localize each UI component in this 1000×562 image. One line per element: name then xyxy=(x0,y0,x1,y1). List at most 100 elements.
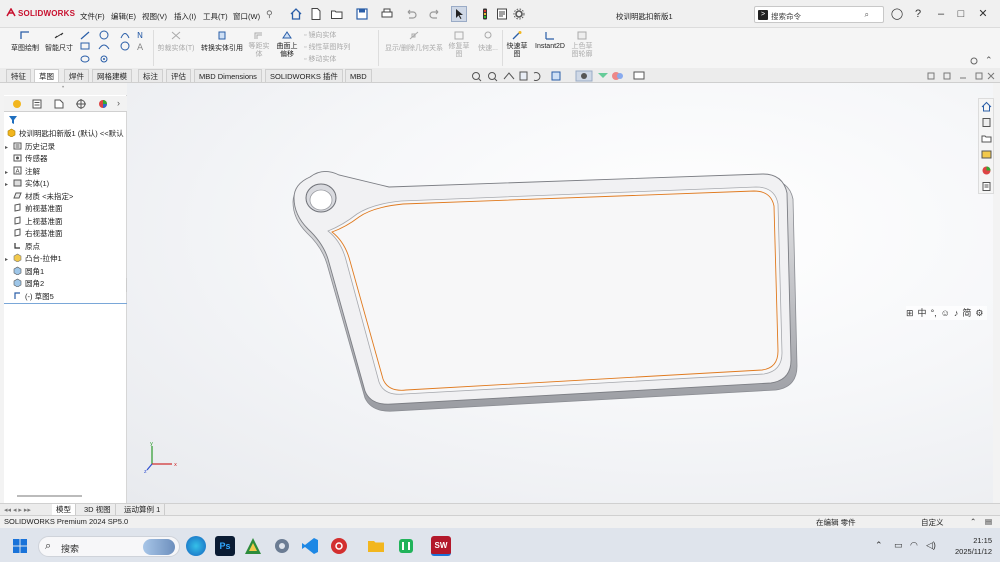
expand-arrow-icon[interactable]: ▸ xyxy=(5,254,13,266)
edge-browser-icon[interactable] xyxy=(186,536,206,556)
ime-chinese-mode[interactable]: 中 xyxy=(918,308,927,318)
tree-root-part[interactable]: 校训明匙扣新版1 (默认) <<默认 xyxy=(7,128,124,140)
tab-weldments[interactable]: 焊件 xyxy=(64,69,89,82)
display-manager-tab-icon[interactable] xyxy=(96,98,110,110)
tree-item-solid-bodies[interactable]: ▸ 实体(1) xyxy=(5,178,49,190)
convert-entities-button[interactable]: 转换实体引用 xyxy=(198,30,246,53)
file-explorer-icon[interactable] xyxy=(981,133,992,144)
open-folder-icon[interactable] xyxy=(330,7,344,21)
options-gear-icon[interactable] xyxy=(512,7,526,21)
menu-window[interactable]: 窗口(W) xyxy=(233,11,260,22)
sketch-tools-grid[interactable]: N A xyxy=(79,29,151,65)
filter-icon[interactable] xyxy=(8,115,18,125)
save-icon[interactable] xyxy=(355,7,369,21)
smart-dimension-button[interactable]: 智能尺寸 xyxy=(43,30,75,53)
collapse-chevron-icon[interactable]: ⌃ xyxy=(985,55,993,66)
featuremanager-tab-icon[interactable] xyxy=(10,98,24,110)
expand-arrow-icon[interactable]: ▸ xyxy=(5,142,13,154)
propertymanager-tab-icon[interactable] xyxy=(30,98,44,110)
tray-chevron-icon[interactable]: ⌃ xyxy=(875,540,883,551)
move-entities-button[interactable]: ▫ 移动实体 xyxy=(304,54,374,66)
command-search-input[interactable]: > 搜索命令 ⌕ xyxy=(754,6,884,23)
tab-scroll-arrows-icon[interactable]: ◂◂ ◂ ▸ ▸▸ xyxy=(4,506,31,514)
design-library-icon[interactable] xyxy=(981,117,992,128)
menu-insert[interactable]: 插入(I) xyxy=(174,11,196,22)
offset-on-surface-button[interactable]: 曲面上偏移 xyxy=(274,30,300,59)
view-palette-icon[interactable] xyxy=(981,149,992,160)
tree-item-fillet2[interactable]: 圆角2 xyxy=(5,278,44,290)
ime-emoji-icon[interactable]: ☺ xyxy=(941,308,950,318)
tab-evaluate[interactable]: 评估 xyxy=(166,69,191,82)
photoshop-icon[interactable]: Ps xyxy=(215,536,235,556)
offset-entities-button[interactable]: 等距实体 xyxy=(248,30,270,59)
new-document-icon[interactable] xyxy=(309,7,323,21)
tree-item-material[interactable]: 材质 <未指定> xyxy=(5,191,73,203)
solidworks-logo[interactable]: SOLIDWORKS xyxy=(6,8,75,18)
ime-simplified-mode[interactable]: 简 xyxy=(962,308,971,318)
menu-view[interactable]: 视图(V) xyxy=(142,11,167,22)
menu-file[interactable]: 文件(F) xyxy=(80,11,105,22)
undo-icon[interactable] xyxy=(404,7,418,21)
status-options-icon[interactable]: ▤ xyxy=(985,517,992,526)
wifi-icon[interactable]: ◠ xyxy=(910,540,918,551)
menu-edit[interactable]: 编辑(E) xyxy=(111,11,136,22)
repair-sketch-button[interactable]: 修复草图 xyxy=(448,30,470,59)
ime-mic-icon[interactable]: ♪ xyxy=(954,308,959,318)
traffic-light-icon[interactable] xyxy=(478,7,492,21)
dimxpert-tab-icon[interactable] xyxy=(74,98,88,110)
keychain-3d-model[interactable] xyxy=(127,83,993,503)
trim-entities-button[interactable]: 剪裁实体(T) xyxy=(157,30,195,53)
tab-markup[interactable]: 标注 xyxy=(138,69,163,82)
maximize-button[interactable]: □ xyxy=(954,7,968,21)
print-icon[interactable] xyxy=(380,7,394,21)
menu-tools[interactable]: 工具(T) xyxy=(203,11,228,22)
redo-icon[interactable] xyxy=(428,7,442,21)
expand-arrow-icon[interactable]: ▸ xyxy=(5,179,13,191)
help-icon[interactable]: ? xyxy=(911,7,925,21)
green-app-icon[interactable] xyxy=(396,536,416,556)
app-triangle-icon[interactable] xyxy=(243,536,263,556)
tree-item-history[interactable]: ▸ 历史记录 xyxy=(5,141,55,153)
configurationmanager-tab-icon[interactable] xyxy=(52,98,66,110)
panel-grip-icon[interactable]: • xyxy=(62,85,64,91)
tree-item-right-plane[interactable]: 右视基准面 xyxy=(5,228,63,240)
ime-settings-icon[interactable]: ⚙ xyxy=(975,308,983,318)
sketch-button[interactable]: 草图绘制 xyxy=(8,30,42,53)
tree-item-top-plane[interactable]: 上视基准面 xyxy=(5,215,63,228)
display-relations-button[interactable]: 显示/删除几何关系 xyxy=(382,30,446,53)
tab-features[interactable]: 特征 xyxy=(6,69,31,82)
settings-gear-app-icon[interactable] xyxy=(272,536,292,556)
tree-item-sensors[interactable]: 传感器 xyxy=(5,153,48,165)
tree-item-annotations[interactable]: ▸ A 注解 xyxy=(5,166,40,178)
select-tool-button[interactable] xyxy=(451,6,467,22)
tray-display-icon[interactable]: ▭ xyxy=(894,540,903,551)
pin-commandmanager-icon[interactable] xyxy=(969,56,979,66)
resources-home-icon[interactable] xyxy=(981,101,992,112)
home-icon[interactable] xyxy=(289,7,303,21)
search-icon[interactable]: ⌕ xyxy=(865,10,869,20)
tab-solidworks-addins[interactable]: SOLIDWORKS 插件 xyxy=(265,69,343,82)
taskbar-clock[interactable]: 21:15 2025/11/12 xyxy=(940,535,992,557)
horizontal-scrollbar[interactable] xyxy=(17,495,82,497)
tree-item-boss-extrude1[interactable]: ▸ 凸台-拉伸1 xyxy=(5,253,62,265)
ime-grid-icon[interactable]: ⊞ xyxy=(906,308,914,318)
netease-music-icon[interactable] xyxy=(329,536,349,556)
account-icon[interactable]: ◯ xyxy=(890,7,904,21)
quick-snaps-button[interactable]: 快速... xyxy=(476,30,500,53)
tab-mbd[interactable]: MBD xyxy=(345,69,372,82)
ime-punctuation-icon[interactable]: °, xyxy=(931,308,937,318)
minimize-button[interactable]: – xyxy=(934,7,948,21)
taskbar-search-input[interactable]: ⌕ 搜索 xyxy=(38,536,180,557)
tab-mbd-dimensions[interactable]: MBD Dimensions xyxy=(194,69,262,82)
instant2d-button[interactable]: Instant2D xyxy=(533,30,567,50)
tree-item-front-plane[interactable]: 前视基准面 xyxy=(5,203,63,215)
expand-arrow-icon[interactable]: ▸ xyxy=(5,167,13,179)
volume-icon[interactable]: ◁) xyxy=(926,540,936,551)
file-explorer-app-icon[interactable] xyxy=(366,536,386,556)
tree-item-fillet1[interactable]: 圆角1 xyxy=(5,266,44,278)
tab-sketch[interactable]: 草图 xyxy=(34,69,59,82)
custom-properties-icon[interactable] xyxy=(981,181,992,192)
linear-pattern-button[interactable]: ▫ 线性草图阵列 xyxy=(304,42,374,54)
appearances-icon[interactable] xyxy=(981,165,992,176)
status-units[interactable]: 自定义 xyxy=(921,517,944,528)
